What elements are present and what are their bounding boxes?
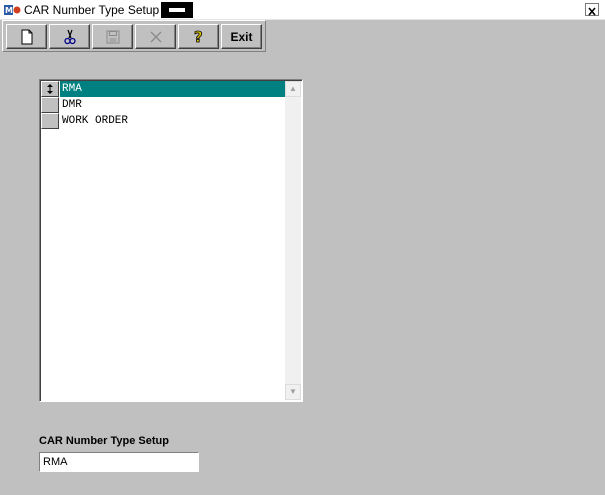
list-item-label: WORK ORDER xyxy=(62,115,129,127)
help-button[interactable]: ? xyxy=(178,24,219,49)
new-button[interactable] xyxy=(6,24,47,49)
exit-label: Exit xyxy=(230,30,253,44)
window-title: CAR Number Type Setup xyxy=(24,3,160,17)
question-mark-icon: ? xyxy=(193,28,203,46)
svg-text:?: ? xyxy=(194,28,203,46)
toolbar: ? Exit xyxy=(2,20,266,52)
field-label: CAR Number Type Setup xyxy=(39,435,169,447)
close-icon xyxy=(588,7,596,16)
number-type-field[interactable] xyxy=(39,452,199,472)
list-item[interactable]: WORK ORDER xyxy=(41,113,285,129)
row-selector[interactable] xyxy=(41,113,59,129)
row-selector[interactable] xyxy=(41,97,59,113)
up-down-arrow-icon xyxy=(47,84,53,94)
chevron-up-icon: ▲ xyxy=(289,84,297,93)
number-type-list[interactable]: RMA DMR WORK ORDER ▲ ▼ xyxy=(39,79,303,402)
new-document-icon xyxy=(21,29,32,44)
app-window: M CAR Number Type Setup ? Exit RMA DMR W… xyxy=(0,0,605,495)
exit-button[interactable]: Exit xyxy=(221,24,262,49)
list-item-label: DMR xyxy=(62,99,82,111)
list-item-label: RMA xyxy=(60,81,285,97)
scroll-up-button[interactable]: ▲ xyxy=(285,81,301,97)
m-logo-icon: M xyxy=(4,5,21,15)
scroll-down-button[interactable]: ▼ xyxy=(285,384,301,400)
title-redaction-box xyxy=(161,2,193,18)
scissors-icon xyxy=(63,29,76,44)
svg-text:M: M xyxy=(5,6,13,15)
floppy-disk-icon xyxy=(106,30,119,43)
row-selector[interactable] xyxy=(41,81,59,97)
close-button[interactable] xyxy=(585,3,599,16)
cut-button[interactable] xyxy=(49,24,90,49)
list-item[interactable]: RMA xyxy=(41,81,285,97)
title-bar[interactable]: M CAR Number Type Setup xyxy=(0,0,605,20)
chevron-down-icon: ▼ xyxy=(289,387,297,396)
x-icon xyxy=(150,31,161,42)
vertical-scrollbar[interactable]: ▲ ▼ xyxy=(285,81,301,400)
list-item[interactable]: DMR xyxy=(41,97,285,113)
save-button[interactable] xyxy=(92,24,133,49)
delete-button[interactable] xyxy=(135,24,176,49)
